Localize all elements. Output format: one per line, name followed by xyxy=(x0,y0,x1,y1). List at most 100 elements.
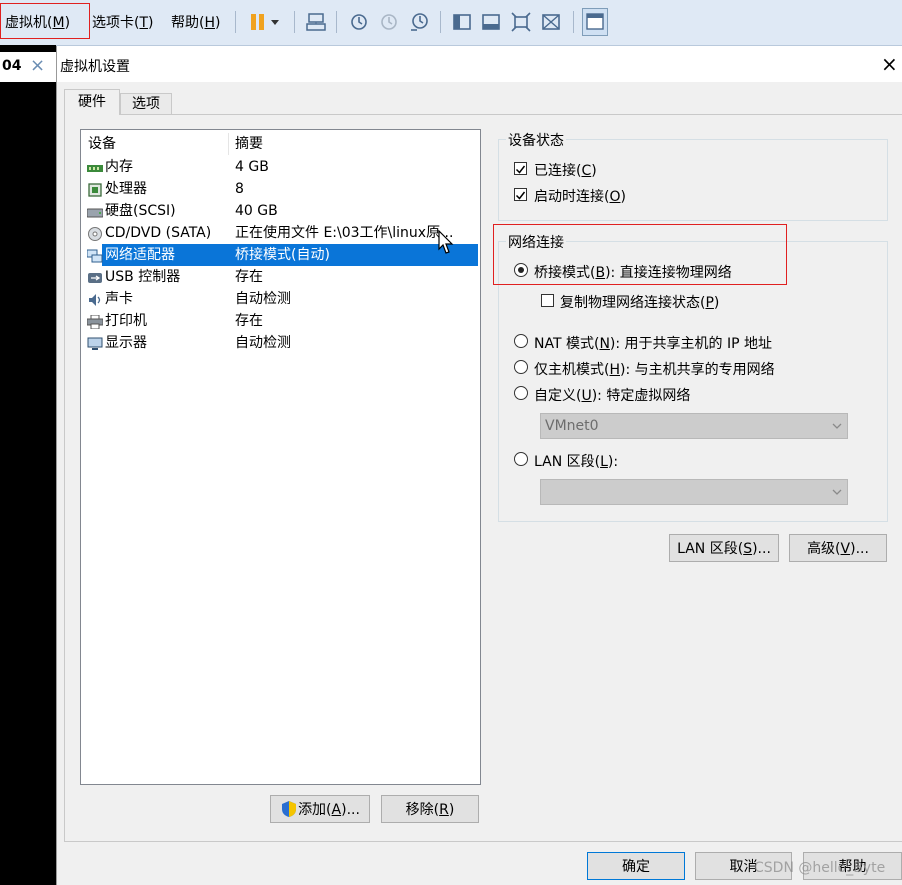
usb-icon xyxy=(87,270,103,284)
device-name: 显示器 xyxy=(105,335,147,351)
device-summary: 4 GB xyxy=(235,159,269,175)
device-row[interactable]: CD/DVD (SATA) 正在使用文件 E:\03工作\linux原... xyxy=(81,222,480,244)
column-divider xyxy=(228,133,229,155)
lan-segment-radio[interactable] xyxy=(514,452,528,466)
remove-button[interactable]: 移除(R) xyxy=(381,795,479,823)
device-row[interactable]: USB 控制器 存在 xyxy=(81,266,480,288)
processor-icon xyxy=(87,182,103,197)
shield-icon xyxy=(280,800,298,818)
device-summary: 存在 xyxy=(235,269,263,285)
display-icon xyxy=(87,336,103,350)
watermark: CSDN @hello_Byte xyxy=(754,860,886,876)
host-only-label[interactable]: 仅主机模式(H): 与主机共享的专用网络 xyxy=(534,359,775,379)
custom-network-select[interactable]: VMnet0 xyxy=(540,413,848,439)
menu-help[interactable]: 帮助(H) xyxy=(171,12,220,32)
bridged-label[interactable]: 桥接模式(B): 直接连接物理网络 xyxy=(534,262,732,282)
device-name: CD/DVD (SATA) xyxy=(105,225,212,241)
snapshot-icon[interactable] xyxy=(348,11,370,33)
replicate-state-label[interactable]: 复制物理网络连接状态(P) xyxy=(560,292,719,312)
device-name: 网络适配器 xyxy=(105,247,175,263)
device-summary: 8 xyxy=(235,181,244,197)
tab-options[interactable]: 选项 xyxy=(120,93,172,114)
close-icon[interactable]: × xyxy=(30,55,45,76)
connect-at-power-on-label[interactable]: 启动时连接(O) xyxy=(534,186,626,206)
device-row[interactable]: 声卡 自动检测 xyxy=(81,288,480,310)
connected-label[interactable]: 已连接(C) xyxy=(534,160,597,180)
device-status-group xyxy=(498,139,888,221)
device-name: 声卡 xyxy=(105,291,133,307)
chevron-down-icon xyxy=(831,480,843,512)
tab-options-label: 选项 xyxy=(132,96,160,112)
device-name: 处理器 xyxy=(105,181,147,197)
revert-snapshot-icon[interactable] xyxy=(378,11,400,33)
device-name: USB 控制器 xyxy=(105,269,181,285)
pause-icon[interactable] xyxy=(248,11,270,33)
device-row[interactable]: 处理器 8 xyxy=(81,178,480,200)
chevron-down-icon xyxy=(831,414,843,446)
custom-network-value: VMnet0 xyxy=(545,418,599,434)
tab-hardware-label: 硬件 xyxy=(78,94,106,110)
add-button[interactable]: 添加(A)... xyxy=(270,795,370,823)
tab-hardware[interactable]: 硬件 xyxy=(64,89,120,115)
device-row-selected[interactable]: 网络适配器 桥接模式(自动) xyxy=(81,244,480,266)
printer-icon xyxy=(86,314,104,330)
full-screen-icon[interactable] xyxy=(510,11,532,33)
checkmark-icon xyxy=(515,165,526,174)
network-adapter-icon xyxy=(86,248,103,263)
device-summary: 自动检测 xyxy=(235,291,291,307)
toolbar-separator xyxy=(235,11,236,33)
custom-label[interactable]: 自定义(U): 特定虚拟网络 xyxy=(534,385,690,405)
library-view-icon[interactable] xyxy=(451,11,473,33)
memory-icon xyxy=(87,160,103,174)
dialog-title: 虚拟机设置 xyxy=(60,59,130,75)
column-header-device[interactable]: 设备 xyxy=(88,133,116,155)
device-summary: 存在 xyxy=(235,313,263,329)
lan-segments-button[interactable]: LAN 区段(S)... xyxy=(669,534,779,562)
preferences-view-button[interactable] xyxy=(582,8,608,36)
network-connection-title: 网络连接 xyxy=(506,232,566,252)
vm-tab-strip xyxy=(0,45,56,885)
menu-tabs[interactable]: 选项卡(T) xyxy=(92,12,154,32)
bridged-radio[interactable] xyxy=(514,263,528,277)
cd-dvd-icon xyxy=(87,226,103,241)
snapshot-manager-icon[interactable] xyxy=(408,11,430,33)
ok-button[interactable]: 确定 xyxy=(587,852,685,880)
device-name: 内存 xyxy=(105,159,133,175)
nat-label[interactable]: NAT 模式(N): 用于共享主机的 IP 地址 xyxy=(534,333,772,353)
dialog-titlebar: 虚拟机设置 × xyxy=(57,46,902,82)
nat-radio[interactable] xyxy=(514,334,528,348)
custom-radio[interactable] xyxy=(514,386,528,400)
connect-at-power-on-checkbox[interactable] xyxy=(514,188,527,201)
device-row[interactable]: 内存 4 GB xyxy=(81,156,480,178)
host-only-radio[interactable] xyxy=(514,360,528,374)
toolbar-separator xyxy=(440,11,441,33)
device-status-title: 设备状态 xyxy=(506,130,566,150)
device-summary: 自动检测 xyxy=(235,335,291,351)
lan-segment-label[interactable]: LAN 区段(L): xyxy=(534,451,618,471)
device-name: 硬盘(SCSI) xyxy=(105,203,176,219)
replicate-state-checkbox[interactable] xyxy=(541,294,554,307)
connected-checkbox[interactable] xyxy=(514,162,527,175)
unity-icon[interactable] xyxy=(540,11,562,33)
device-list[interactable]: 设备 摘要 内存 4 GB 处理器 8 硬盘(SCSI) 40 GB CD/DV… xyxy=(80,129,481,785)
toolbar-separator xyxy=(294,11,295,33)
dialog-close-icon[interactable]: × xyxy=(881,52,898,76)
vm-tab[interactable]: 04 × xyxy=(0,52,56,82)
device-list-header: 设备 摘要 xyxy=(81,133,480,155)
chevron-down-icon[interactable] xyxy=(268,11,282,33)
menu-vm[interactable]: 虚拟机(M) xyxy=(5,12,70,32)
sound-card-icon xyxy=(87,292,103,306)
mouse-cursor-icon xyxy=(438,229,454,256)
device-summary: 桥接模式(自动) xyxy=(235,247,330,263)
device-row[interactable]: 打印机 存在 xyxy=(81,310,480,332)
lan-segment-select[interactable] xyxy=(540,479,848,505)
toolbar-separator xyxy=(336,11,337,33)
send-ctrl-alt-del-icon[interactable] xyxy=(305,11,327,33)
column-header-summary[interactable]: 摘要 xyxy=(235,133,263,155)
vm-tab-label: 04 xyxy=(2,58,22,74)
device-row[interactable]: 显示器 自动检测 xyxy=(81,332,480,354)
advanced-button[interactable]: 高级(V)... xyxy=(789,534,887,562)
console-view-icon[interactable] xyxy=(480,11,502,33)
device-row[interactable]: 硬盘(SCSI) 40 GB xyxy=(81,200,480,222)
hard-disk-icon xyxy=(86,204,104,218)
